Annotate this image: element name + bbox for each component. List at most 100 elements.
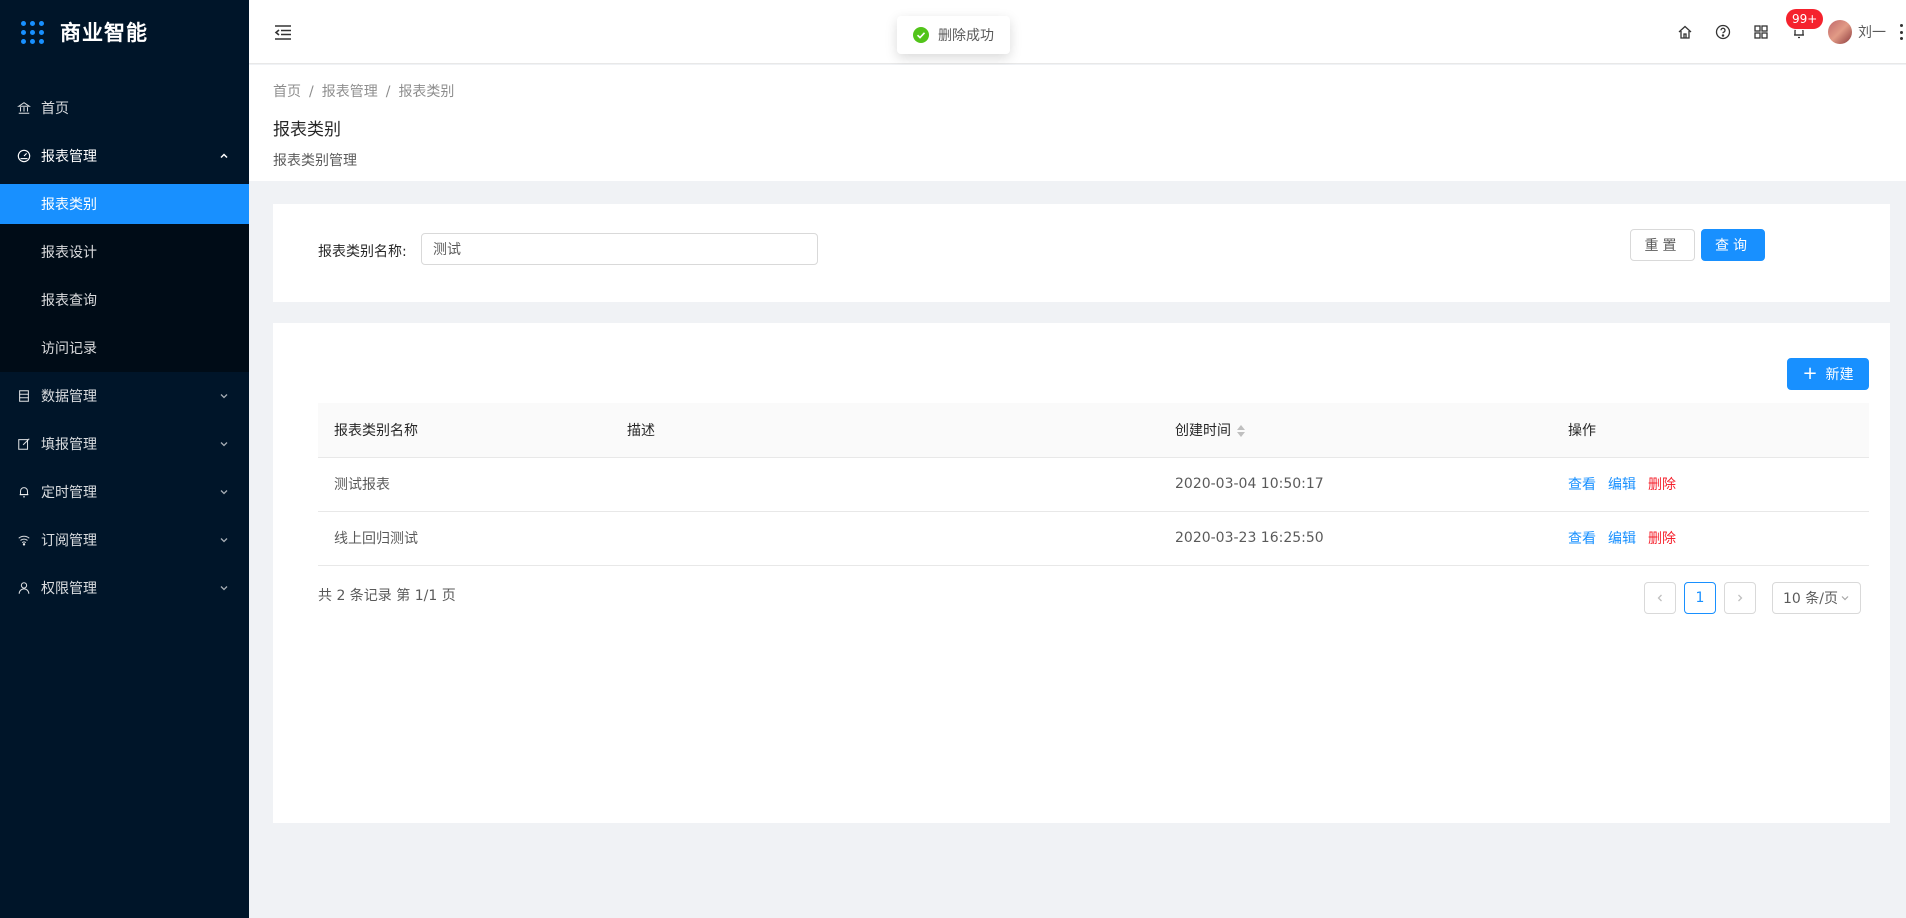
- header-actions: 99+ 刘一: [1666, 0, 1906, 64]
- query-button[interactable]: 查询: [1701, 229, 1765, 261]
- sidebar-item-permission-management[interactable]: 权限管理: [0, 564, 249, 612]
- chevron-right-icon: [1738, 594, 1743, 602]
- cell-name: 线上回归测试: [318, 511, 611, 566]
- username[interactable]: 刘一: [1858, 22, 1886, 42]
- table-header-row: 报表类别名称 描述 创建时间 操作: [318, 403, 1869, 458]
- app-title: 商业智能: [60, 21, 148, 45]
- edit-link[interactable]: 编辑: [1608, 531, 1636, 547]
- sidebar-item-label: 报表管理: [41, 149, 97, 165]
- database-icon: [17, 389, 31, 403]
- appstore-icon[interactable]: [1753, 24, 1769, 40]
- apps-grid-icon: [21, 20, 44, 44]
- new-button-label: 新建: [1825, 367, 1854, 383]
- breadcrumb-current: 报表类别: [398, 84, 455, 100]
- pagination-summary: 共 2 条记录 第 1/1 页: [318, 588, 456, 604]
- form-icon: [17, 437, 31, 451]
- delete-link[interactable]: 删除: [1648, 477, 1676, 493]
- sidebar-item-home[interactable]: 首页: [0, 84, 249, 132]
- toast-message: 删除成功: [938, 28, 994, 44]
- success-toast: 删除成功: [897, 16, 1010, 54]
- home-icon[interactable]: [1677, 24, 1693, 40]
- new-button[interactable]: + 新建: [1787, 358, 1869, 390]
- chevron-left-icon: [1657, 594, 1662, 602]
- search-label: 报表类别名称:: [318, 244, 407, 260]
- more-vertical-icon[interactable]: [1900, 24, 1904, 40]
- sidebar: 商业智能 首页 报表管理 报表类别 报表设计 报表查询 访问记录 数据管理 填报…: [0, 0, 249, 918]
- report-submenu: 报表类别 报表设计 报表查询 访问记录: [0, 184, 249, 372]
- edit-link[interactable]: 编辑: [1608, 477, 1636, 493]
- table-row: 测试报表 2020-03-04 10:50:17 查看 编辑 删除: [318, 457, 1869, 512]
- cell-desc: [611, 511, 1159, 566]
- cell-created: 2020-03-04 10:50:17: [1159, 457, 1552, 512]
- cell-name: 测试报表: [318, 457, 611, 512]
- top-header: 99+ 刘一: [249, 0, 1906, 64]
- sidebar-item-label: 填报管理: [41, 437, 97, 453]
- chevron-down-icon: [220, 586, 228, 591]
- page-header: 首页 / 报表管理 / 报表类别 报表类别 报表类别管理: [249, 65, 1906, 181]
- next-page-button[interactable]: [1724, 582, 1756, 614]
- prev-page-button[interactable]: [1644, 582, 1676, 614]
- breadcrumb-report-management[interactable]: 报表管理: [322, 84, 378, 100]
- sidebar-item-form-management[interactable]: 填报管理: [0, 420, 249, 468]
- column-header-name: 报表类别名称: [318, 403, 611, 458]
- sidebar-item-report-query[interactable]: 报表查询: [0, 276, 249, 324]
- page-1-button[interactable]: 1: [1684, 582, 1716, 614]
- cell-actions: 查看 编辑 删除: [1552, 457, 1869, 512]
- wifi-icon: [17, 533, 31, 547]
- table-row: 线上回归测试 2020-03-23 16:25:50 查看 编辑 删除: [318, 511, 1869, 566]
- delete-link[interactable]: 删除: [1648, 531, 1676, 547]
- table-card: + 新建 报表类别名称 描述 创建时间 操作 测试报表 2020-03-04 1…: [273, 323, 1890, 823]
- breadcrumb: 首页 / 报表管理 / 报表类别: [273, 84, 455, 100]
- category-table: 报表类别名称 描述 创建时间 操作 测试报表 2020-03-04 10:50:…: [318, 403, 1869, 566]
- reset-button[interactable]: 重置: [1630, 229, 1695, 261]
- cell-created: 2020-03-23 16:25:50: [1159, 511, 1552, 566]
- column-header-created-label: 创建时间: [1175, 422, 1231, 439]
- sidebar-item-report-design[interactable]: 报表设计: [0, 228, 249, 276]
- page-description: 报表类别管理: [273, 153, 357, 169]
- chevron-down-icon: [220, 394, 228, 399]
- sidebar-item-label: 订阅管理: [41, 533, 97, 549]
- chevron-down-icon: [220, 442, 228, 447]
- sidebar-item-label: 首页: [41, 101, 69, 117]
- category-name-input[interactable]: [421, 233, 818, 265]
- sidebar-item-data-management[interactable]: 数据管理: [0, 372, 249, 420]
- page-size-select[interactable]: 10 条/页: [1772, 582, 1861, 614]
- dashboard-icon: [17, 149, 31, 163]
- cell-actions: 查看 编辑 删除: [1552, 511, 1869, 566]
- sidebar-item-access-log[interactable]: 访问记录: [0, 324, 249, 372]
- chevron-down-icon: [220, 538, 228, 543]
- user-icon: [17, 581, 31, 595]
- chevron-down-icon: [220, 490, 228, 495]
- sidebar-item-schedule-management[interactable]: 定时管理: [0, 468, 249, 516]
- cell-desc: [611, 457, 1159, 512]
- sidebar-item-subscription-management[interactable]: 订阅管理: [0, 516, 249, 564]
- chevron-down-icon: [1841, 596, 1849, 601]
- avatar[interactable]: [1828, 20, 1852, 44]
- view-link[interactable]: 查看: [1568, 531, 1596, 547]
- sidebar-item-label: 定时管理: [41, 485, 97, 501]
- sidebar-item-report-category[interactable]: 报表类别: [0, 184, 249, 224]
- plus-icon: +: [1802, 363, 1818, 384]
- view-link[interactable]: 查看: [1568, 477, 1596, 493]
- column-header-created[interactable]: 创建时间: [1159, 403, 1552, 458]
- sidebar-item-report-management[interactable]: 报表管理: [0, 132, 249, 180]
- column-header-desc: 描述: [611, 403, 1159, 458]
- sidebar-menu: 首页 报表管理 报表类别 报表设计 报表查询 访问记录 数据管理 填报管理 定时…: [0, 84, 249, 612]
- bell-icon: [17, 485, 31, 499]
- question-icon[interactable]: [1715, 24, 1731, 40]
- page-title: 报表类别: [273, 120, 341, 140]
- logo[interactable]: 商业智能: [0, 0, 249, 64]
- sidebar-item-label: 数据管理: [41, 389, 97, 405]
- check-circle-icon: [913, 27, 929, 43]
- search-card: 报表类别名称: 重置 查询: [273, 204, 1890, 302]
- sort-icon[interactable]: [1237, 424, 1245, 437]
- column-header-actions: 操作: [1552, 403, 1869, 458]
- bell-icon[interactable]: 99+: [1786, 9, 1824, 40]
- sidebar-item-label: 权限管理: [41, 581, 97, 597]
- bank-icon: [17, 101, 31, 115]
- menu-fold-icon[interactable]: [273, 22, 293, 42]
- breadcrumb-home[interactable]: 首页: [273, 84, 301, 100]
- page-size-value: 10 条/页: [1783, 591, 1838, 607]
- notification-badge: 99+: [1786, 9, 1824, 29]
- chevron-up-icon: [220, 153, 228, 159]
